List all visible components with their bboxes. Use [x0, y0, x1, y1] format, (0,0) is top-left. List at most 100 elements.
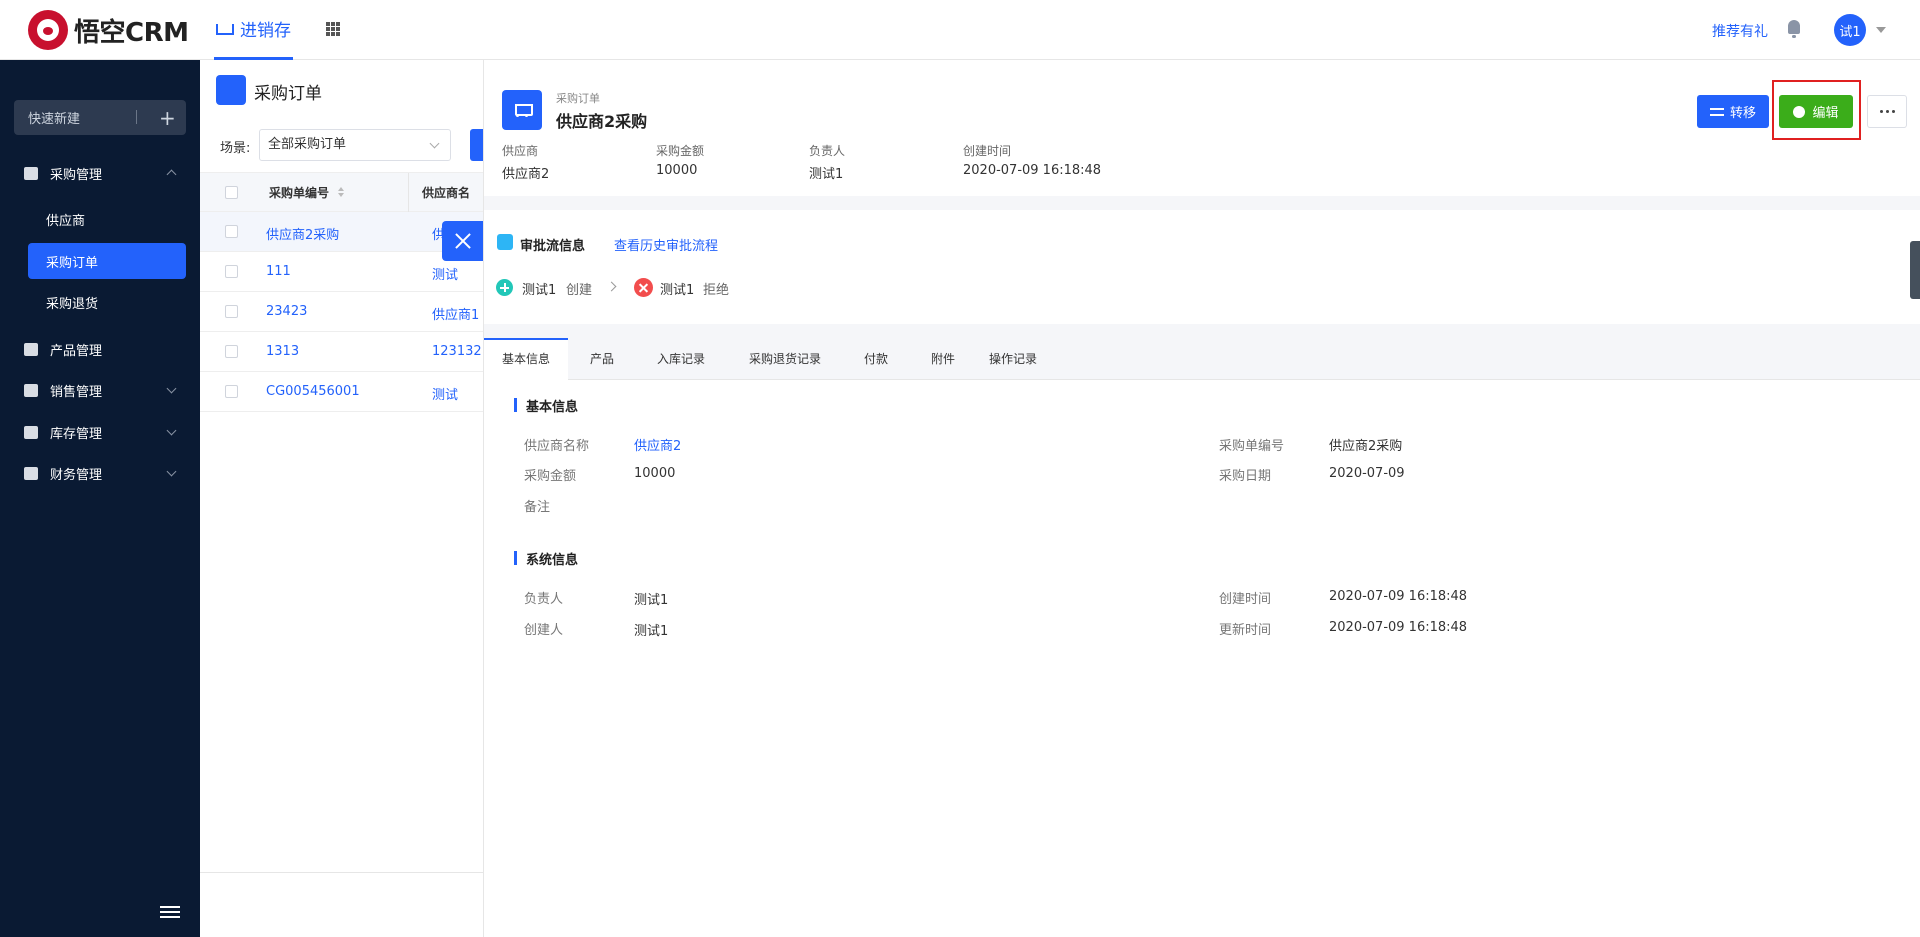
field-label: 创建时间: [1219, 592, 1272, 607]
sidebar-item-purchase-return[interactable]: 采购退货: [28, 284, 186, 320]
sidebar-item-label: 采购订单: [46, 255, 99, 271]
sidebar-group-inventory[interactable]: 库存管理: [0, 412, 200, 452]
top-header: 悟空CRM 进销存 推荐有礼 试1: [0, 0, 1920, 60]
quick-new-label: 快速新建: [28, 112, 81, 127]
chevron-right-icon: [606, 281, 617, 292]
row-supplier-link[interactable]: 测试: [432, 264, 458, 283]
row-checkbox[interactable]: [225, 225, 238, 238]
nav-inventory[interactable]: 进销存: [214, 0, 293, 60]
field-label: 采购金额: [524, 469, 577, 484]
list-title: 采购订单: [254, 84, 322, 104]
field-value: 2020-07-09: [1329, 466, 1405, 481]
row-number-link[interactable]: 111: [266, 264, 291, 279]
field-label: 负责人: [524, 592, 564, 607]
more-button[interactable]: [1867, 95, 1907, 128]
sort-icon[interactable]: [338, 187, 344, 199]
scene-select[interactable]: 全部采购订单: [259, 129, 451, 161]
app-grid-icon[interactable]: [326, 22, 340, 36]
sidebar-group-purchase[interactable]: 采购管理: [0, 153, 200, 193]
table-row[interactable]: 23423 供应商1: [200, 292, 483, 332]
field-value: 10000: [634, 466, 676, 481]
column-header-supplier[interactable]: 供应商名: [422, 184, 470, 201]
wallet-icon: [24, 466, 38, 480]
row-number-link[interactable]: 1313: [266, 344, 299, 359]
sidebar-group-sales[interactable]: 销售管理: [0, 370, 200, 410]
column-header-number[interactable]: 采购单编号: [269, 184, 329, 201]
tab-attachment[interactable]: 附件: [913, 338, 973, 380]
monkey-logo-icon: [28, 10, 68, 50]
tab-basic[interactable]: 基本信息: [484, 338, 569, 381]
select-all-checkbox[interactable]: [225, 186, 238, 199]
row-number-link[interactable]: 供应商2采购: [266, 224, 339, 243]
logo[interactable]: 悟空CRM: [28, 10, 189, 50]
field-value: 测试1: [634, 593, 669, 608]
table-row[interactable]: 供应商2采购 供: [200, 212, 483, 252]
sidebar-item-purchase-order[interactable]: 采购订单: [28, 243, 186, 279]
scene-label: 场景:: [220, 141, 251, 156]
chevron-down-icon: [166, 466, 177, 477]
sidebar-group-finance[interactable]: 财务管理: [0, 453, 200, 493]
row-supplier-link[interactable]: 供应商1: [432, 304, 479, 323]
column-divider: [408, 173, 409, 213]
row-number-link[interactable]: CG005456001: [266, 384, 360, 399]
field-value-supplier-link[interactable]: 供应商2: [634, 435, 681, 454]
close-detail-button[interactable]: [442, 221, 483, 261]
tab-purchase-return[interactable]: 采购退货记录: [731, 338, 839, 380]
flow-title: 审批流信息: [520, 239, 586, 254]
detail-subtitle: 采购订单: [556, 92, 600, 105]
row-supplier-link[interactable]: 测试: [432, 384, 458, 403]
field-label: 采购日期: [1219, 469, 1272, 484]
sidebar-group-label: 销售管理: [50, 384, 103, 400]
collapse-menu-icon[interactable]: [160, 906, 180, 920]
step-action: 拒绝: [703, 283, 730, 298]
row-checkbox[interactable]: [225, 345, 238, 358]
row-supplier-link[interactable]: 1231321: [432, 344, 490, 359]
sidebar-item-supplier[interactable]: 供应商: [28, 201, 186, 237]
transfer-button[interactable]: 转移: [1697, 95, 1769, 128]
sidebar: 快速新建 + 采购管理 供应商 采购订单 采购退货 产品管理 销售管理 库存管理…: [0, 60, 200, 937]
plus-icon[interactable]: +: [159, 106, 176, 130]
chevron-down-icon: [429, 138, 440, 149]
meta-label: 创建时间: [963, 144, 1012, 158]
quick-new-button[interactable]: 快速新建 +: [14, 100, 186, 135]
tab-payment[interactable]: 付款: [846, 338, 906, 380]
meta-label: 供应商: [502, 144, 539, 158]
sidebar-item-label: 供应商: [46, 213, 86, 229]
tab-inbound[interactable]: 入库记录: [639, 338, 723, 380]
chevron-up-icon: [166, 169, 177, 180]
detail-title: 供应商2采购: [556, 112, 648, 131]
caret-down-icon[interactable]: [1876, 27, 1886, 33]
field-value: 2020-07-09 16:18:48: [1329, 589, 1468, 604]
tab-operation-log[interactable]: 操作记录: [971, 338, 1055, 380]
chevron-down-icon: [166, 425, 177, 436]
flow-history-link[interactable]: 查看历史审批流程: [614, 235, 718, 254]
section-marker: [514, 398, 517, 412]
sidebar-group-label: 库存管理: [50, 426, 103, 442]
row-checkbox[interactable]: [225, 385, 238, 398]
table-row[interactable]: 111 测试: [200, 252, 483, 292]
meta-value: 测试1: [809, 167, 844, 182]
section-marker: [514, 551, 517, 565]
chevron-down-icon: [166, 383, 177, 394]
user-icon: [497, 234, 513, 250]
meta-label: 负责人: [809, 144, 846, 158]
table-row[interactable]: 1313 1231321: [200, 332, 490, 372]
field-value: 供应商2采购: [1329, 439, 1403, 454]
row-checkbox[interactable]: [225, 265, 238, 278]
step-name: 测试1: [660, 283, 695, 298]
bell-icon[interactable]: [1786, 20, 1802, 38]
cart-icon: [512, 102, 533, 118]
table-row[interactable]: CG005456001 测试: [200, 372, 483, 412]
row-number-link[interactable]: 23423: [266, 304, 307, 319]
avatar[interactable]: 试1: [1834, 14, 1866, 46]
create-button[interactable]: [470, 129, 483, 161]
sidebar-group-label: 产品管理: [50, 343, 103, 359]
cart-icon: [216, 75, 246, 105]
row-checkbox[interactable]: [225, 305, 238, 318]
recommend-link[interactable]: 推荐有礼: [1712, 21, 1768, 41]
sidebar-group-product[interactable]: 产品管理: [0, 329, 200, 369]
tab-product[interactable]: 产品: [572, 338, 632, 380]
section-divider: [484, 196, 1920, 210]
side-handle[interactable]: [1910, 241, 1920, 299]
edit-highlight-box: [1772, 80, 1861, 140]
